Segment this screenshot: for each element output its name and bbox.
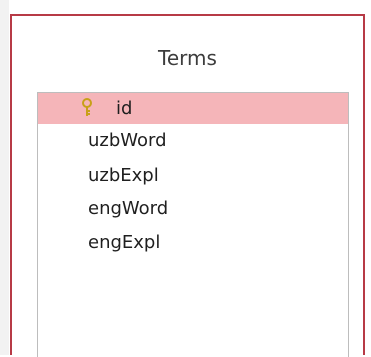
field-row-uzbexpl[interactable]: uzbExpl <box>38 160 348 191</box>
field-row-engexpl[interactable]: engExpl <box>38 227 348 258</box>
field-row-engword[interactable]: engWord <box>38 193 348 224</box>
field-name: id <box>116 98 133 119</box>
field-row-id[interactable]: id <box>38 93 348 124</box>
key-icon <box>82 98 92 116</box>
field-name: engExpl <box>88 232 161 253</box>
table-window-terms[interactable]: Terms id uzbWord uzbExpl engWord engExpl <box>10 14 365 357</box>
workspace-strip <box>0 0 9 355</box>
field-row-uzbword[interactable]: uzbWord <box>38 125 348 156</box>
field-name: engWord <box>88 198 169 219</box>
field-name: uzbExpl <box>88 165 159 186</box>
field-list[interactable]: id uzbWord uzbExpl engWord engExpl <box>37 92 349 357</box>
field-name: uzbWord <box>88 130 167 151</box>
table-title: Terms <box>158 46 217 70</box>
